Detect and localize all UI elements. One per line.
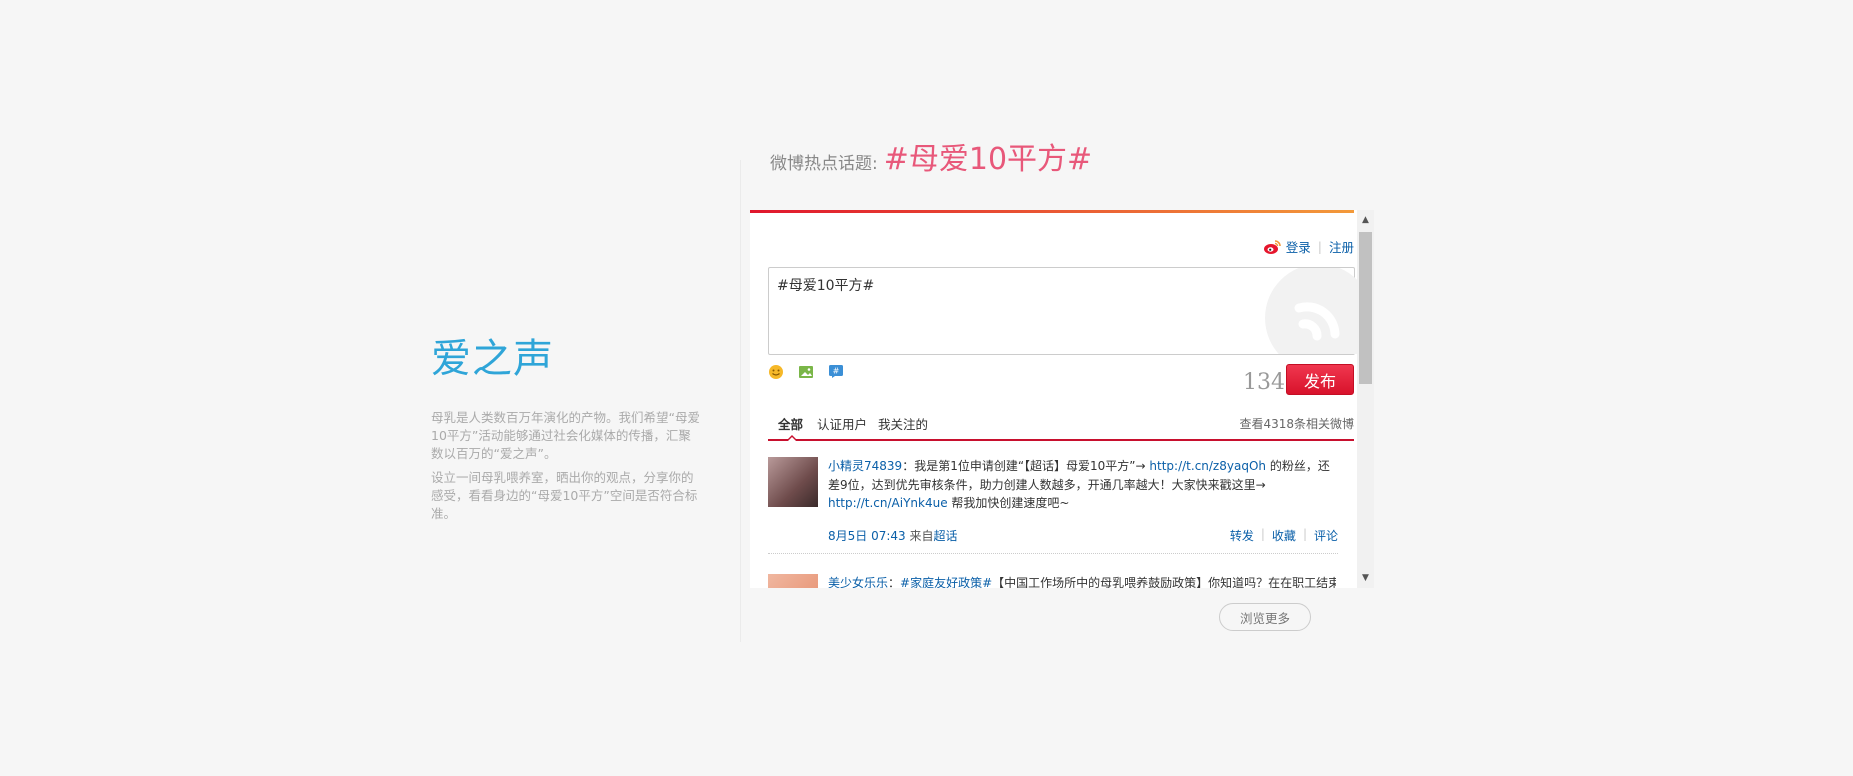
widget-scrollbar[interactable]: ▲ ▼ (1357, 210, 1374, 588)
author-link[interactable]: 小精灵74839 (828, 459, 902, 473)
post-text-part: 帮我加快创建速度吧~ (947, 496, 1070, 510)
weibo-widget: 登录 | 注册 # 134 发布 全部 认证用户 我关注的 查看4318条相关微… (750, 210, 1374, 588)
auth-separator: | (1317, 239, 1322, 254)
post-meta: 8月5日 07:43 来自超话 (828, 527, 958, 544)
source-link[interactable]: 超话 (934, 529, 958, 543)
intro-paragraph-2: 设立一间母乳喂养室，晒出你的观点，分享你的感受，看看身边的“母爱10平方”空间是… (431, 470, 698, 521)
avatar[interactable] (768, 457, 818, 507)
tab-following[interactable]: 我关注的 (878, 414, 928, 433)
repost-button[interactable]: 转发 (1230, 527, 1254, 544)
action-separator: | (1260, 527, 1265, 541)
scroll-up-arrow-icon[interactable]: ▲ (1357, 212, 1374, 228)
source-prefix: 来自 (905, 529, 934, 543)
short-link[interactable]: http://t.cn/z8yaqOh (1149, 459, 1266, 473)
vertical-divider (740, 160, 741, 642)
scroll-down-arrow-icon[interactable]: ▼ (1357, 570, 1374, 586)
post-text-part: ：我是第1位申请创建“【超话】母爱10平方”→ (902, 459, 1150, 473)
post-actions: 转发 | 收藏 | 评论 (1230, 527, 1338, 544)
comment-button[interactable]: 评论 (1314, 527, 1338, 544)
hashtag-link[interactable]: #家庭友好政策# (900, 576, 992, 588)
post-time[interactable]: 8月5日 07:43 (828, 529, 906, 543)
action-separator: | (1302, 527, 1307, 541)
view-all-link[interactable]: 查看4318条相关微博 (1239, 415, 1354, 432)
feed-tabs: 全部 认证用户 我关注的 查看4318条相关微博 (768, 409, 1354, 441)
weibo-logo-icon (1263, 239, 1281, 255)
emoticon-icon[interactable] (768, 364, 784, 380)
post-editor (768, 267, 1369, 355)
avatar[interactable] (768, 574, 818, 588)
scrollbar-thumb[interactable] (1359, 232, 1372, 384)
post-text-part: 【中国工作场所中的母乳喂养鼓励政策】你知道吗？在在职工结束 (992, 576, 1336, 588)
list-item: 小精灵74839：我是第1位申请创建“【超话】母爱10平方”→ http://t… (768, 457, 1338, 554)
intro-paragraph-1: 母乳是人类数百万年演化的产物。我们希望“母爱10平方”活动能够通过社会化媒体的传… (431, 410, 700, 461)
widget-top-bar (750, 210, 1354, 213)
topic-icon[interactable]: # (828, 364, 844, 380)
tab-all[interactable]: 全部 (778, 414, 803, 433)
register-link[interactable]: 注册 (1329, 237, 1354, 256)
post-text: 小精灵74839：我是第1位申请创建“【超话】母爱10平方”→ http://t… (828, 457, 1336, 513)
char-counter: 134 (1243, 370, 1285, 395)
weibo-watermark-icon (1265, 268, 1369, 354)
image-icon[interactable] (798, 364, 814, 380)
list-item: 美少女乐乐：#家庭友好政策#【中国工作场所中的母乳喂养鼓励政策】你知道吗？在在职… (768, 574, 1338, 588)
login-link[interactable]: 登录 (1286, 237, 1311, 256)
section-title: 爱之声 (431, 336, 554, 382)
favorite-button[interactable]: 收藏 (1272, 527, 1296, 544)
topic-hashtag[interactable]: #母爱10平方# (884, 134, 1092, 178)
short-link[interactable]: http://t.cn/AiYnk4ue (828, 496, 948, 510)
author-link[interactable]: 美少女乐乐 (828, 576, 888, 588)
svg-text:#: # (833, 367, 840, 376)
publish-button[interactable]: 发布 (1286, 364, 1354, 395)
post-feed: 小精灵74839：我是第1位申请创建“【超话】母爱10平方”→ http://t… (768, 457, 1338, 588)
editor-tools: # (768, 364, 844, 380)
post-text: 美少女乐乐：#家庭友好政策#【中国工作场所中的母乳喂养鼓励政策】你知道吗？在在职… (828, 574, 1336, 588)
topic-label: 微博热点话题: (770, 154, 878, 174)
tab-verified-users[interactable]: 认证用户 (817, 414, 867, 433)
browse-more-button[interactable]: 浏览更多 (1219, 603, 1311, 631)
active-tab-indicator (786, 435, 798, 441)
left-intro: 爱之声 母乳是人类数百万年演化的产物。我们希望“母爱10平方”活动能够通过社会化… (431, 335, 701, 523)
auth-links: 登录 | 注册 (1263, 237, 1354, 256)
topic-heading: 微博热点话题: #母爱10平方# (770, 134, 1092, 178)
